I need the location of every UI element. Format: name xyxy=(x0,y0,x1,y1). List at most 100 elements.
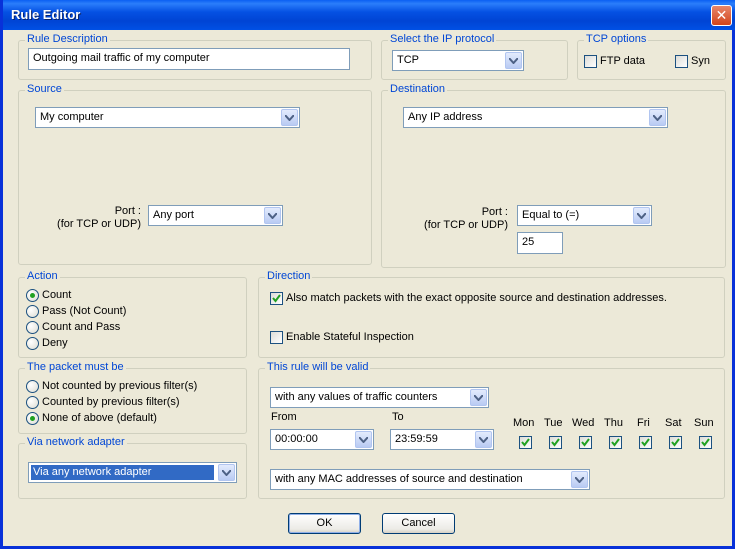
chevron-down-icon[interactable] xyxy=(505,52,522,69)
stateful-inspection-label: Enable Stateful Inspection xyxy=(286,331,414,343)
syn-checkbox[interactable]: Syn xyxy=(675,53,710,69)
packet-counted-radio[interactable] xyxy=(26,395,39,409)
mac-address-select[interactable]: with any MAC addresses of source and des… xyxy=(270,469,590,490)
packet-option-not-counted[interactable]: Not counted by previous filter(s) xyxy=(26,378,197,394)
from-time-value: 00:00:00 xyxy=(275,433,318,445)
action-option-deny[interactable]: Deny xyxy=(26,335,68,351)
close-icon: ✕ xyxy=(715,7,728,23)
destination-port-input[interactable]: 25 xyxy=(517,232,563,254)
day-label-thu: Thu xyxy=(604,417,623,429)
source-port-value: Any port xyxy=(153,209,194,221)
action-option-count[interactable]: Count xyxy=(26,287,71,303)
packet-not-counted-radio[interactable] xyxy=(26,379,39,393)
from-label: From xyxy=(271,411,297,423)
chevron-down-icon[interactable] xyxy=(264,207,281,224)
cancel-button[interactable]: Cancel xyxy=(382,513,455,534)
from-time-select[interactable]: 00:00:00 xyxy=(270,429,374,450)
ip-protocol-value: TCP xyxy=(397,54,419,66)
packet-title: The packet must be xyxy=(25,361,126,373)
chevron-down-icon[interactable] xyxy=(355,431,372,448)
day-checkbox-thu[interactable] xyxy=(609,434,625,450)
packet-not-counted-label: Not counted by previous filter(s) xyxy=(42,380,198,392)
close-button[interactable]: ✕ xyxy=(711,5,732,26)
day-label-fri: Fri xyxy=(637,417,650,429)
to-time-select[interactable]: 23:59:59 xyxy=(390,429,494,450)
network-adapter-select[interactable]: Via any network adapter xyxy=(28,462,237,483)
action-deny-label: Deny xyxy=(42,337,68,349)
opposite-direction-label: Also match packets with the exact opposi… xyxy=(286,292,667,304)
destination-port-operator-select[interactable]: Equal to (=) xyxy=(517,205,652,226)
day-checkbox-wed[interactable] xyxy=(579,434,595,450)
destination-address-select[interactable]: Any IP address xyxy=(403,107,668,128)
source-address-select[interactable]: My computer xyxy=(35,107,300,128)
syn-label: Syn xyxy=(691,55,710,67)
day-label-sun: Sun xyxy=(694,417,714,429)
day-label-wed: Wed xyxy=(572,417,595,429)
title-bar[interactable]: Rule Editor ✕ xyxy=(3,0,735,30)
traffic-counters-value: with any values of traffic counters xyxy=(275,391,438,403)
adapter-title: Via network adapter xyxy=(25,436,127,448)
destination-port-label: Port : (for TCP or UDP) xyxy=(408,206,508,232)
rule-description-input[interactable]: Outgoing mail traffic of my computer xyxy=(28,48,350,70)
direction-title: Direction xyxy=(265,270,313,282)
day-checkbox-sun[interactable] xyxy=(699,434,715,450)
syn-check-box[interactable] xyxy=(675,54,688,68)
day-checkbox-sat[interactable] xyxy=(669,434,685,450)
chevron-down-icon[interactable] xyxy=(281,109,298,126)
stateful-inspection-check-box[interactable] xyxy=(270,330,283,344)
to-time-value: 23:59:59 xyxy=(395,433,438,445)
chevron-down-icon[interactable] xyxy=(571,471,588,488)
day-check-thu[interactable] xyxy=(609,435,622,449)
day-check-tue[interactable] xyxy=(549,435,562,449)
source-address-value: My computer xyxy=(40,111,104,123)
action-deny-radio[interactable] xyxy=(26,336,39,350)
opposite-direction-check-box[interactable] xyxy=(270,291,283,305)
packet-option-counted[interactable]: Counted by previous filter(s) xyxy=(26,394,180,410)
day-check-fri[interactable] xyxy=(639,435,652,449)
stateful-inspection-checkbox[interactable]: Enable Stateful Inspection xyxy=(270,329,414,345)
destination-port-label-line2: (for TCP or UDP) xyxy=(424,219,508,231)
day-check-wed[interactable] xyxy=(579,435,592,449)
to-label: To xyxy=(392,411,404,423)
destination-port-operator-value: Equal to (=) xyxy=(522,209,580,221)
day-checkbox-mon[interactable] xyxy=(519,434,535,450)
rule-description-title: Rule Description xyxy=(25,33,110,45)
action-option-count-and-pass[interactable]: Count and Pass xyxy=(26,319,120,335)
action-count-and-pass-radio[interactable] xyxy=(26,320,39,334)
packet-counted-label: Counted by previous filter(s) xyxy=(42,396,180,408)
action-count-and-pass-label: Count and Pass xyxy=(42,321,121,333)
validity-title: This rule will be valid xyxy=(265,361,371,373)
ftp-data-checkbox[interactable]: FTP data xyxy=(584,53,645,69)
chevron-down-icon[interactable] xyxy=(649,109,666,126)
day-check-sat[interactable] xyxy=(669,435,682,449)
day-check-mon[interactable] xyxy=(519,435,532,449)
opposite-direction-checkbox[interactable]: Also match packets with the exact opposi… xyxy=(270,290,667,306)
packet-none-radio[interactable] xyxy=(26,411,39,425)
ip-protocol-select[interactable]: TCP xyxy=(392,50,524,71)
action-count-label: Count xyxy=(42,289,72,301)
day-check-sun[interactable] xyxy=(699,435,712,449)
chevron-down-icon[interactable] xyxy=(475,431,492,448)
chevron-down-icon[interactable] xyxy=(218,464,235,481)
destination-address-value: Any IP address xyxy=(408,111,483,123)
packet-none-label: None of above (default) xyxy=(42,412,157,424)
action-title: Action xyxy=(25,270,60,282)
day-checkbox-fri[interactable] xyxy=(639,434,655,450)
packet-option-none[interactable]: None of above (default) xyxy=(26,410,157,426)
chevron-down-icon[interactable] xyxy=(633,207,650,224)
action-option-pass[interactable]: Pass (Not Count) xyxy=(26,303,126,319)
network-adapter-value: Via any network adapter xyxy=(31,465,214,480)
ok-button[interactable]: OK xyxy=(288,513,361,534)
window-title: Rule Editor xyxy=(11,7,81,22)
chevron-down-icon[interactable] xyxy=(470,389,487,406)
ip-protocol-title: Select the IP protocol xyxy=(388,33,497,45)
ftp-data-check-box[interactable] xyxy=(584,54,597,68)
action-pass-radio[interactable] xyxy=(26,304,39,318)
day-label-tue: Tue xyxy=(544,417,563,429)
action-count-radio[interactable] xyxy=(26,288,39,302)
source-port-label: Port : (for TCP or UDP) xyxy=(43,205,141,231)
day-checkbox-tue[interactable] xyxy=(549,434,565,450)
source-port-select[interactable]: Any port xyxy=(148,205,283,226)
source-title: Source xyxy=(25,83,64,95)
traffic-counters-select[interactable]: with any values of traffic counters xyxy=(270,387,489,408)
